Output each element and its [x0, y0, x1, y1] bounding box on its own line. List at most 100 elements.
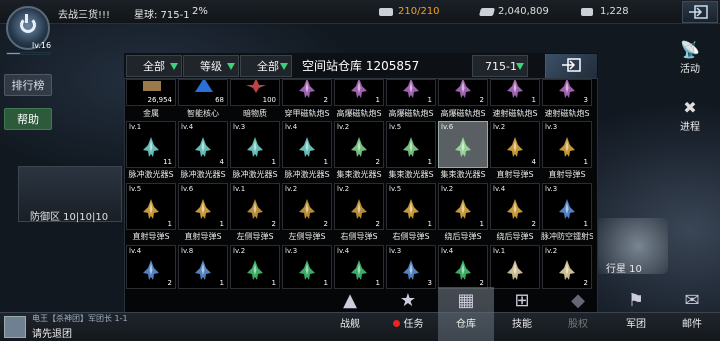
- item-name: 脉冲激光器S: [284, 170, 330, 179]
- ship-part-icon: [453, 259, 473, 281]
- item-level: lv.8: [181, 247, 194, 255]
- nav-skill[interactable]: ⊞ 技能: [494, 287, 550, 341]
- progress-label: 进程: [680, 122, 700, 133]
- inventory-item[interactable]: 1: [386, 79, 436, 106]
- ship-part-icon: [453, 198, 473, 220]
- notification-dot: [392, 320, 400, 327]
- inventory-item[interactable]: lv.6: [438, 121, 488, 168]
- inventory-item[interactable]: 68: [178, 79, 228, 106]
- inventory-item[interactable]: lv.4 2: [438, 245, 488, 289]
- help-button[interactable]: 帮助: [4, 108, 52, 130]
- inventory-item[interactable]: lv.2 1: [230, 245, 280, 289]
- inventory-item[interactable]: lv.8 1: [178, 245, 228, 289]
- inventory-item[interactable]: lv.2 2: [334, 183, 384, 230]
- type-filter-dropdown[interactable]: 全部: [240, 55, 292, 77]
- satellite-icon: 📡: [680, 40, 700, 59]
- nav-warship[interactable]: ▲ 战舰: [322, 287, 378, 341]
- activity-button[interactable]: 📡 活动: [663, 38, 717, 78]
- inventory-item[interactable]: 26,954: [126, 79, 176, 106]
- smart-core-icon: [193, 80, 213, 99]
- item-count: 2: [478, 96, 485, 104]
- inventory-item[interactable]: lv.4 1: [282, 121, 332, 168]
- inventory-item[interactable]: lv.2 2: [334, 121, 384, 168]
- inventory-item[interactable]: lv.3 1: [542, 121, 592, 168]
- ship-part-icon: [297, 136, 317, 158]
- item-count: 4: [530, 158, 537, 166]
- ship-part-icon: [297, 198, 317, 220]
- credits-value: 2,040,809: [498, 6, 549, 17]
- item-count: 1: [426, 220, 433, 228]
- inventory-item[interactable]: lv.4 2: [490, 183, 540, 230]
- item-level: lv.5: [129, 185, 142, 193]
- inventory-item[interactable]: lv.2 2: [282, 183, 332, 230]
- item-count: 2: [478, 279, 485, 287]
- nav-label-text: 股权: [568, 319, 588, 330]
- inventory-item[interactable]: lv.4 2: [126, 245, 176, 289]
- item-name: 直射导弹S: [496, 170, 534, 179]
- mail-icon: ✉: [684, 290, 700, 311]
- crystal-icon: [581, 8, 593, 16]
- item-level: lv.2: [337, 123, 350, 131]
- exit-button[interactable]: [682, 1, 718, 23]
- inventory-item[interactable]: lv.1 11: [126, 121, 176, 168]
- location-dropdown[interactable]: 715-1: [472, 55, 528, 77]
- item-name: 左侧导弹S: [288, 232, 326, 241]
- category-filter-dropdown[interactable]: 全部: [126, 55, 182, 77]
- inventory-item[interactable]: lv.3 1: [542, 183, 592, 230]
- inventory-item[interactable]: 1: [490, 79, 540, 106]
- nav-legion[interactable]: ⚑ 军团: [608, 287, 664, 341]
- item-name: 高爆磁轨炮S: [336, 109, 382, 118]
- item-name: 脉冲防空镭射S: [541, 232, 593, 241]
- warehouse-icon: ▦: [457, 290, 475, 311]
- nav-mission[interactable]: ★ 任务: [380, 287, 436, 341]
- item-level: lv.4: [285, 123, 298, 131]
- inventory-item[interactable]: 2: [282, 79, 332, 106]
- item-name: 左侧导弹S: [236, 232, 274, 241]
- inventory-item[interactable]: lv.6 1: [178, 183, 228, 230]
- inventory-item[interactable]: lv.5 1: [126, 183, 176, 230]
- inventory-item[interactable]: lv.1: [490, 245, 540, 289]
- sort-value: 等级: [200, 60, 222, 73]
- nav-warehouse[interactable]: ▦ 仓库: [438, 287, 494, 341]
- sort-dropdown[interactable]: 等级: [183, 55, 239, 77]
- leaderboard-button[interactable]: 排行榜: [4, 74, 52, 96]
- inventory-item[interactable]: lv.5 1: [386, 183, 436, 230]
- item-icon: [401, 80, 421, 99]
- inventory-item[interactable]: lv.3 1: [230, 121, 280, 168]
- nav-mail[interactable]: ✉ 邮件: [664, 287, 720, 341]
- inventory-item[interactable]: lv.2 4: [490, 121, 540, 168]
- inventory-item[interactable]: lv.2 2: [542, 245, 592, 289]
- item-count: 1: [322, 158, 329, 166]
- item-count: 2: [374, 158, 381, 166]
- item-count: 1: [218, 220, 225, 228]
- ship-part-icon: [557, 136, 577, 158]
- item-name: 右侧导弹S: [340, 232, 378, 241]
- inventory-item[interactable]: 100: [230, 79, 280, 106]
- progress-button[interactable]: ✖ 进程: [663, 96, 717, 136]
- inventory-item[interactable]: lv.2 1: [438, 183, 488, 230]
- inventory-item[interactable]: lv.3 3: [386, 245, 436, 289]
- inventory-item[interactable]: lv.1 2: [230, 183, 280, 230]
- inventory-item[interactable]: 1: [334, 79, 384, 106]
- ship-part-icon: [297, 259, 317, 281]
- item-count: 4: [218, 158, 225, 166]
- inventory-item[interactable]: lv.5 1: [386, 121, 436, 168]
- item-level: lv.4: [129, 247, 142, 255]
- inventory-item[interactable]: 3: [542, 79, 592, 106]
- item-level: lv.3: [285, 247, 298, 255]
- inventory-item[interactable]: lv.4 4: [178, 121, 228, 168]
- nav-label: 战舰: [322, 313, 378, 337]
- item-count: 1: [322, 279, 329, 287]
- item-level: lv.2: [285, 185, 298, 193]
- item-name: 速射磁轨炮S: [544, 109, 590, 118]
- item-count: 1: [374, 96, 381, 104]
- item-level: lv.3: [545, 185, 558, 193]
- inventory-item[interactable]: lv.4 1: [334, 245, 384, 289]
- close-panel-button[interactable]: [545, 54, 597, 78]
- ship-capacity-value: 210/210: [398, 6, 440, 17]
- ship-part-icon: [141, 259, 161, 281]
- chevron-down-icon: [516, 63, 524, 70]
- inventory-item[interactable]: lv.3 1: [282, 245, 332, 289]
- nav-equity[interactable]: ◆ 股权: [550, 287, 606, 341]
- inventory-item[interactable]: 2: [438, 79, 488, 106]
